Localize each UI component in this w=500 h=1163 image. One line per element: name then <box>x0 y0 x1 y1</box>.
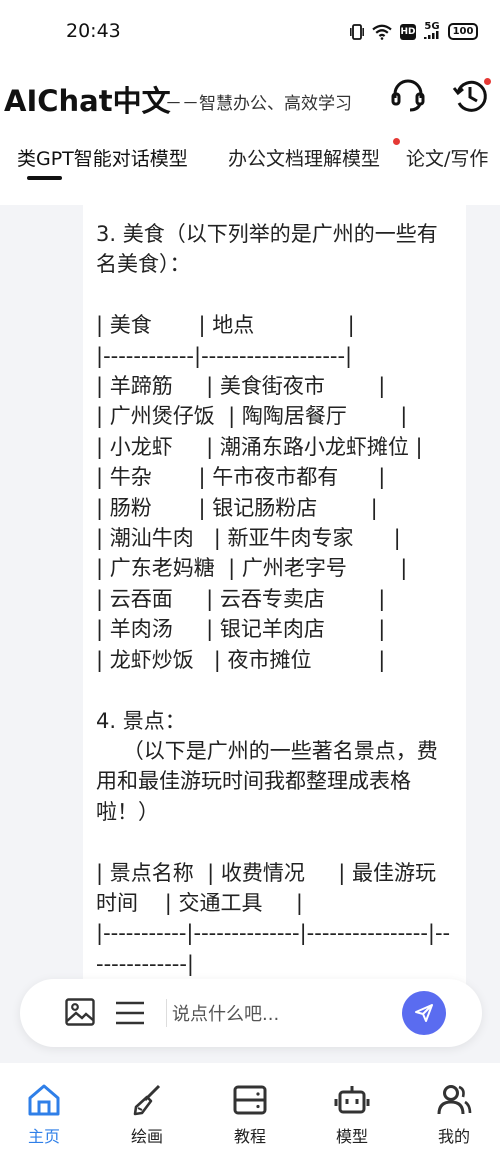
home-icon <box>28 1084 60 1116</box>
nav-course[interactable]: 教程 <box>210 1083 290 1147</box>
active-tab-indicator <box>27 176 62 180</box>
nav-home-label: 主页 <box>27 1127 60 1146</box>
model-tabs: 类GPT智能对话模型 办公文档理解模型 论文/写作 <box>0 136 500 184</box>
tab-badge-dot <box>393 138 400 145</box>
image-icon <box>65 998 95 1026</box>
status-time: 20:43 <box>66 20 121 42</box>
user-icon <box>437 1085 472 1115</box>
battery-indicator: 100 <box>448 23 478 40</box>
app-header: AIChat中文 －－智慧办公、高效学习 <box>0 62 500 132</box>
input-divider <box>166 999 167 1027</box>
ai-message-bubble[interactable]: 3. 美食（以下列举的是广州的一些有名美食）： | 美食 | 地点 | |---… <box>83 205 466 1005</box>
robot-icon <box>334 1086 370 1114</box>
nav-course-label: 教程 <box>233 1127 266 1146</box>
list-icon <box>116 1001 144 1025</box>
app-title: AIChat中文 <box>4 84 171 118</box>
bottom-nav: 主页 绘画 教程 模型 我的 <box>0 1068 500 1163</box>
send-icon <box>415 1004 433 1022</box>
nav-model-label: 模型 <box>335 1127 368 1146</box>
vibrate-icon <box>350 23 364 40</box>
nav-draw-label: 绘画 <box>130 1127 163 1146</box>
message-input[interactable]: 说点什么吧... <box>172 1000 279 1026</box>
nav-draw[interactable]: 绘画 <box>107 1083 187 1147</box>
tab-paper-writing[interactable]: 论文/写作 <box>406 144 488 171</box>
nav-mine[interactable]: 我的 <box>414 1083 494 1147</box>
signal-icon <box>424 31 439 39</box>
app-subtitle: －－智慧办公、高效学习 <box>165 94 352 114</box>
status-icons: HD 5G 100 <box>350 22 478 41</box>
message-text: 3. 美食（以下列举的是广州的一些有名美食）： | 美食 | 地点 | |---… <box>96 222 451 976</box>
tab-gpt-chat[interactable]: 类GPT智能对话模型 <box>17 144 188 171</box>
nav-model[interactable]: 模型 <box>312 1083 392 1147</box>
history-button[interactable] <box>450 76 491 116</box>
tab-office-docs[interactable]: 办公文档理解模型 <box>228 144 380 171</box>
chat-area[interactable]: 3. 美食（以下列举的是广州的一些有名美食）： | 美食 | 地点 | |---… <box>0 205 500 1063</box>
course-icon <box>233 1085 267 1115</box>
signal-indicator: 5G <box>424 22 440 41</box>
history-badge-dot <box>484 78 491 85</box>
image-upload-button[interactable] <box>64 996 96 1028</box>
chat-input-bar: 说点什么吧... <box>20 979 482 1047</box>
menu-button[interactable] <box>114 998 148 1028</box>
customer-service-button[interactable] <box>388 76 428 116</box>
hd-badge: HD <box>400 23 416 40</box>
brush-icon <box>133 1084 161 1116</box>
wifi-icon <box>372 24 392 40</box>
nav-mine-label: 我的 <box>437 1127 470 1146</box>
send-button[interactable] <box>402 991 446 1035</box>
headset-icon <box>391 79 425 112</box>
nav-home[interactable]: 主页 <box>4 1083 84 1147</box>
status-bar: 20:43 HD 5G 100 <box>0 0 500 62</box>
